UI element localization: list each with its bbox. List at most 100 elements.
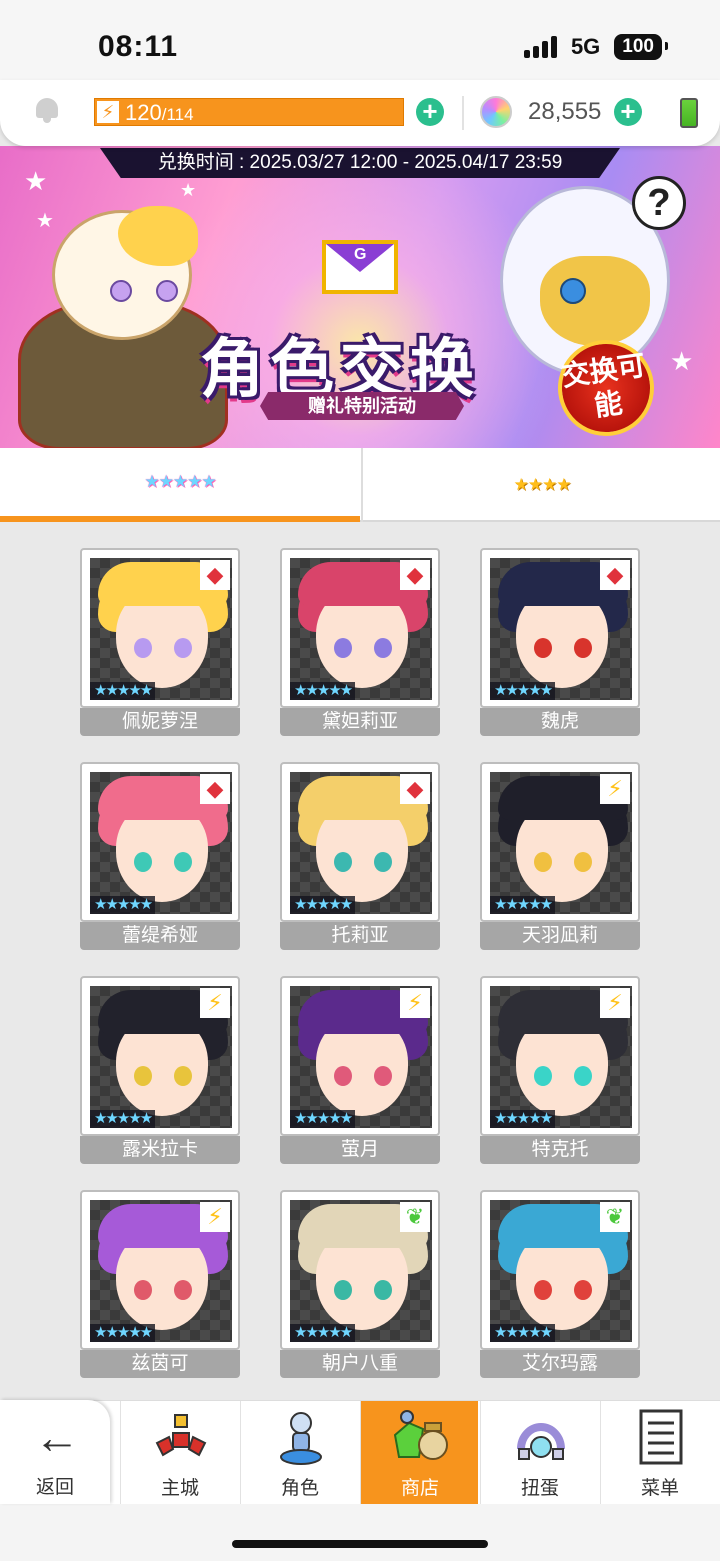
- character-portrait: ❦ ★★★★★: [290, 1200, 432, 1342]
- character-portrait: ◆ ★★★★★: [290, 772, 432, 914]
- nav-label: 扭蛋: [520, 1478, 559, 1499]
- nav-label: 商店: [400, 1478, 439, 1499]
- portrait-frame: ⚡ ★★★★★: [280, 976, 440, 1136]
- character-name: 朝户八重: [280, 1350, 440, 1378]
- character-card[interactable]: ⚡ ★★★★★ 特克托: [480, 976, 640, 1164]
- character-portrait: ◆ ★★★★★: [290, 558, 432, 700]
- portrait-frame: ◆ ★★★★★: [280, 548, 440, 708]
- nav-gacha[interactable]: 扭蛋: [480, 1401, 598, 1505]
- character-portrait: ◆ ★★★★★: [490, 558, 632, 700]
- help-button[interactable]: ?: [632, 176, 686, 230]
- battery-indicator: 100: [614, 34, 668, 60]
- portrait-frame: ⚡ ★★★★★: [480, 762, 640, 922]
- portrait-frame: ◆ ★★★★★: [480, 548, 640, 708]
- character-card[interactable]: ❦ ★★★★★ 艾尔玛露: [480, 1190, 640, 1378]
- character-portrait: ⚡ ★★★★★: [90, 986, 232, 1128]
- signal-icon: [523, 36, 557, 58]
- wind-element-icon: ❦: [600, 1202, 630, 1232]
- device-battery-icon: [680, 98, 698, 128]
- rarity-stars: ★★★★★: [290, 896, 356, 914]
- portrait-frame: ◆ ★★★★★: [80, 548, 240, 708]
- fire-element-icon: ◆: [600, 560, 630, 590]
- rarity-stars: ★★★★★: [90, 1110, 156, 1128]
- rainbow-gem-icon: [480, 96, 512, 128]
- character-name: 兹茵可: [80, 1350, 240, 1378]
- character-card[interactable]: ◆ ★★★★★ 蕾缇希娅: [80, 762, 240, 950]
- portrait-frame: ❦ ★★★★★: [480, 1190, 640, 1350]
- letter-icon: G: [322, 240, 398, 294]
- home-indicator[interactable]: [232, 1540, 488, 1548]
- character-card[interactable]: ⚡ ★★★★★ 萤月: [280, 976, 440, 1164]
- character-name: 露米拉卡: [80, 1136, 240, 1164]
- character-card[interactable]: ◆ ★★★★★ 托莉亚: [280, 762, 440, 950]
- add-gems-button[interactable]: +: [614, 98, 642, 126]
- rarity-stars: ★★★★★: [290, 1324, 356, 1342]
- resource-bar: ⚡ 120/114 + 28,555 +: [0, 80, 720, 146]
- character-card[interactable]: ⚡ ★★★★★ 兹茵可: [80, 1190, 240, 1378]
- home-indicator-bar: [0, 1504, 720, 1561]
- tab-five-star[interactable]: ★★★★★: [0, 448, 360, 522]
- back-button[interactable]: ← 返回: [0, 1400, 110, 1504]
- nav-character[interactable]: 角色: [240, 1401, 358, 1505]
- character-name: 艾尔玛露: [480, 1350, 640, 1378]
- character-icon: [280, 1412, 322, 1465]
- rarity-stars: ★★★★★: [290, 1110, 356, 1128]
- character-card[interactable]: ◆ ★★★★★ 魏虎: [480, 548, 640, 736]
- character-card[interactable]: ◆ ★★★★★ 佩妮萝涅: [80, 548, 240, 736]
- status-time: 08:11: [98, 30, 179, 63]
- character-portrait: ⚡ ★★★★★: [90, 1200, 232, 1342]
- thunder-element-icon: ⚡: [400, 988, 430, 1018]
- nav-menu[interactable]: 菜单: [600, 1401, 720, 1505]
- thunder-element-icon: ⚡: [200, 1202, 230, 1232]
- divider: [462, 96, 464, 130]
- fire-element-icon: ◆: [400, 560, 430, 590]
- fire-element-icon: ◆: [200, 774, 230, 804]
- character-card[interactable]: ◆ ★★★★★ 黛妲莉亚: [280, 548, 440, 736]
- character-name: 萤月: [280, 1136, 440, 1164]
- event-banner: 兑换时间 : 2025.03/27 12:00 - 2025.04/17 23:…: [0, 146, 720, 448]
- character-name: 佩妮萝涅: [80, 708, 240, 736]
- rarity-tabs: ★★★★★ ★★★★: [0, 448, 720, 522]
- status-bar: 08:11 5G 100: [0, 0, 720, 80]
- rarity-stars: ★★★★★: [490, 1324, 556, 1342]
- rarity-stars: ★★★★★: [90, 682, 156, 700]
- character-card[interactable]: ❦ ★★★★★ 朝户八重: [280, 1190, 440, 1378]
- character-portrait: ◆ ★★★★★: [90, 772, 232, 914]
- thunder-element-icon: ⚡: [600, 988, 630, 1018]
- energy-max: /114: [161, 105, 194, 124]
- character-name: 托莉亚: [280, 922, 440, 950]
- energy-current: 120: [125, 100, 162, 125]
- five-star-icon: ★★★★★: [144, 472, 216, 491]
- tab-four-star[interactable]: ★★★★: [361, 448, 720, 522]
- wind-element-icon: ❦: [400, 1202, 430, 1232]
- thunder-element-icon: ⚡: [200, 988, 230, 1018]
- add-energy-button[interactable]: +: [416, 98, 444, 126]
- bell-icon[interactable]: [34, 96, 60, 124]
- fire-element-icon: ◆: [200, 560, 230, 590]
- cat-character-illustration: [18, 180, 228, 448]
- character-grid: ◆ ★★★★★ 佩妮萝涅 ◆ ★★★★★ 黛妲莉亚 ◆ ★★★★★ 魏虎 ◆ ★★★★★ 蕾缇希娅 ◆ ★…: [0, 524, 720, 1400]
- character-portrait: ❦ ★★★★★: [490, 1200, 632, 1342]
- character-name: 特克托: [480, 1136, 640, 1164]
- character-portrait: ⚡ ★★★★★: [490, 986, 632, 1128]
- gem-count: 28,555: [528, 98, 602, 125]
- character-card[interactable]: ⚡ ★★★★★ 天羽凪莉: [480, 762, 640, 950]
- back-arrow-icon: ←: [34, 1411, 80, 1463]
- four-star-icon: ★★★★: [513, 475, 572, 494]
- fire-element-icon: ◆: [400, 774, 430, 804]
- portrait-frame: ⚡ ★★★★★: [80, 976, 240, 1136]
- nav-castle[interactable]: 主城: [120, 1401, 238, 1505]
- energy-meter: ⚡ 120/114: [94, 98, 404, 126]
- rarity-stars: ★★★★★: [290, 682, 356, 700]
- nav-shop[interactable]: 商店: [360, 1401, 478, 1505]
- nav-label: 菜单: [640, 1478, 679, 1499]
- nav-label: 角色: [280, 1478, 319, 1499]
- character-portrait: ⚡ ★★★★★: [490, 772, 632, 914]
- character-card[interactable]: ⚡ ★★★★★ 露米拉卡: [80, 976, 240, 1164]
- rarity-stars: ★★★★★: [90, 896, 156, 914]
- rarity-stars: ★★★★★: [490, 682, 556, 700]
- shop-icon: [393, 1410, 448, 1460]
- event-subtitle: 赠礼特别活动: [260, 392, 464, 420]
- character-portrait: ⚡ ★★★★★: [290, 986, 432, 1128]
- rarity-stars: ★★★★★: [490, 1110, 556, 1128]
